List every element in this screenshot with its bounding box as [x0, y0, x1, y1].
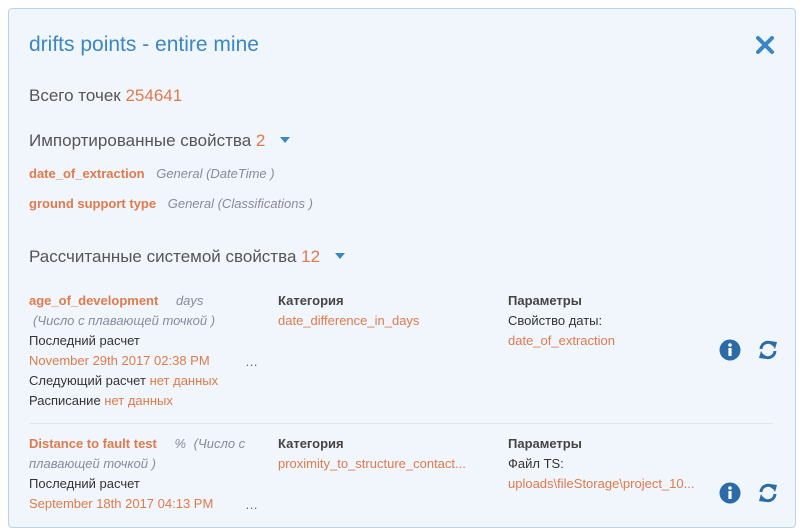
last-calc-label: Последний расчет	[29, 476, 140, 491]
param-value: uploads\fileStorage\project_10...	[508, 476, 695, 491]
refresh-icon[interactable]	[757, 482, 779, 504]
refresh-icon[interactable]	[757, 339, 779, 361]
imported-property: date_of_extraction General (DateTime )	[29, 166, 275, 181]
computed-count: 12	[301, 247, 321, 266]
property-unit: days	[175, 293, 204, 308]
schedule-value: нет данных	[104, 393, 173, 408]
params-column: Параметры Свойство даты: date_of_extract…	[508, 291, 615, 351]
category-header: Категория	[278, 293, 344, 308]
category-value: proximity_to_structure_contact...	[278, 456, 466, 471]
property-unit: %	[174, 436, 187, 451]
imported-count: 2	[255, 131, 266, 150]
params-header: Параметры	[508, 436, 582, 451]
imported-section-header[interactable]: Импортированные свойства 2	[29, 131, 291, 151]
computed-item-info: Distance to fault test % (Число с плаваю…	[29, 434, 269, 514]
next-calc-value: нет данных	[149, 373, 219, 388]
caret-down-icon[interactable]	[334, 252, 345, 259]
dialog-panel: drifts points - entire mine Всего точек …	[8, 8, 796, 528]
category-column: Категория proximity_to_structure_contact…	[278, 434, 466, 474]
property-name: Distance to fault test	[29, 436, 157, 451]
property-type: (Число с	[193, 436, 246, 451]
property-type: (Число с плавающей точкой )	[33, 313, 216, 328]
info-icon[interactable]	[719, 482, 741, 504]
more-ellipsis[interactable]: …	[245, 497, 258, 512]
property-type: General (Classifications )	[167, 196, 313, 211]
last-calc-value: November 29th 2017 02:38 PM	[29, 353, 210, 368]
next-calc-label: Следующий расчет	[29, 373, 146, 388]
total-value: 254641	[125, 86, 183, 105]
params-column: Параметры Файл TS: uploads\fileStorage\p…	[508, 434, 694, 494]
property-type: General (DateTime )	[156, 166, 275, 181]
computed-label: Рассчитанные системой свойства	[29, 247, 297, 266]
info-icon[interactable]	[719, 339, 741, 361]
property-name: ground support type	[29, 196, 157, 211]
category-header: Категория	[278, 436, 344, 451]
param-value: date_of_extraction	[508, 333, 615, 348]
imported-property: ground support type General (Classificat…	[29, 196, 313, 211]
property-name: date_of_extraction	[29, 166, 145, 181]
dialog-title: drifts points - entire mine	[29, 33, 259, 56]
category-column: Категория date_difference_in_days	[278, 291, 419, 331]
property-name: age_of_development	[29, 293, 159, 308]
more-ellipsis[interactable]: …	[245, 354, 258, 369]
computed-section-header[interactable]: Рассчитанные системой свойства 12	[29, 247, 345, 267]
total-label: Всего точек	[29, 86, 121, 105]
param-label: Файл TS:	[508, 456, 564, 471]
imported-label: Импортированные свойства	[29, 131, 252, 150]
param-label: Свойство даты:	[508, 313, 603, 328]
params-header: Параметры	[508, 293, 582, 308]
category-value: date_difference_in_days	[278, 313, 420, 328]
row-divider	[29, 423, 773, 424]
close-icon[interactable]	[755, 35, 775, 55]
computed-item-info: age_of_development days (Число с плавающ…	[29, 291, 269, 411]
last-calc-value: September 18th 2017 04:13 PM	[29, 496, 214, 511]
caret-down-icon[interactable]	[280, 136, 291, 143]
last-calc-label: Последний расчет	[29, 333, 140, 348]
total-points: Всего точек 254641	[29, 86, 182, 106]
schedule-label: Расписание	[29, 393, 101, 408]
property-type-cont: плавающей точкой )	[29, 456, 156, 471]
